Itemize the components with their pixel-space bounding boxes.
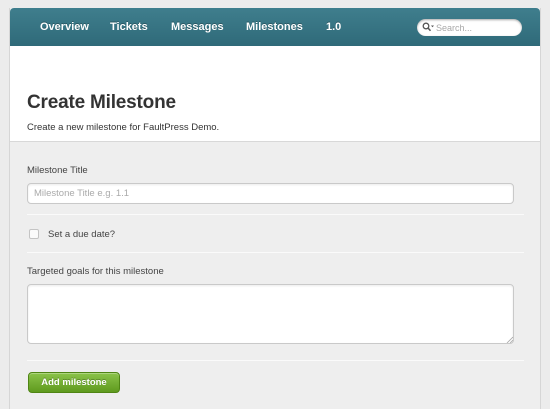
resize-grip-icon[interactable]	[506, 336, 513, 343]
top-navbar: Overview Tickets Messages Milestones 1.0	[10, 8, 540, 46]
divider	[27, 360, 524, 361]
search-icon[interactable]	[422, 22, 434, 33]
nav-item-messages[interactable]: Messages	[171, 21, 224, 33]
create-milestone-form: Milestone Title Set a due date? Targeted…	[10, 142, 540, 408]
add-milestone-button[interactable]: Add milestone	[28, 372, 120, 393]
divider	[27, 252, 524, 253]
divider	[27, 214, 524, 215]
due-date-checkbox[interactable]	[29, 229, 39, 239]
app-window: Overview Tickets Messages Milestones 1.0…	[9, 8, 541, 409]
milestone-title-input[interactable]	[27, 183, 514, 204]
search-input[interactable]	[436, 20, 518, 35]
nav-item-version[interactable]: 1.0	[326, 21, 341, 33]
page-subtitle: Create a new milestone for FaultPress De…	[27, 122, 220, 133]
goals-textarea[interactable]	[27, 284, 514, 344]
milestone-title-label: Milestone Title	[27, 165, 88, 176]
due-date-label[interactable]: Set a due date?	[48, 229, 115, 240]
page-header: Create Milestone Create a new milestone …	[10, 46, 540, 142]
search-box[interactable]	[417, 19, 522, 36]
nav-item-tickets[interactable]: Tickets	[110, 21, 148, 33]
nav-item-milestones[interactable]: Milestones	[246, 21, 303, 33]
page-title: Create Milestone	[27, 92, 176, 113]
goals-label: Targeted goals for this milestone	[27, 266, 164, 277]
nav-item-overview[interactable]: Overview	[40, 21, 89, 33]
